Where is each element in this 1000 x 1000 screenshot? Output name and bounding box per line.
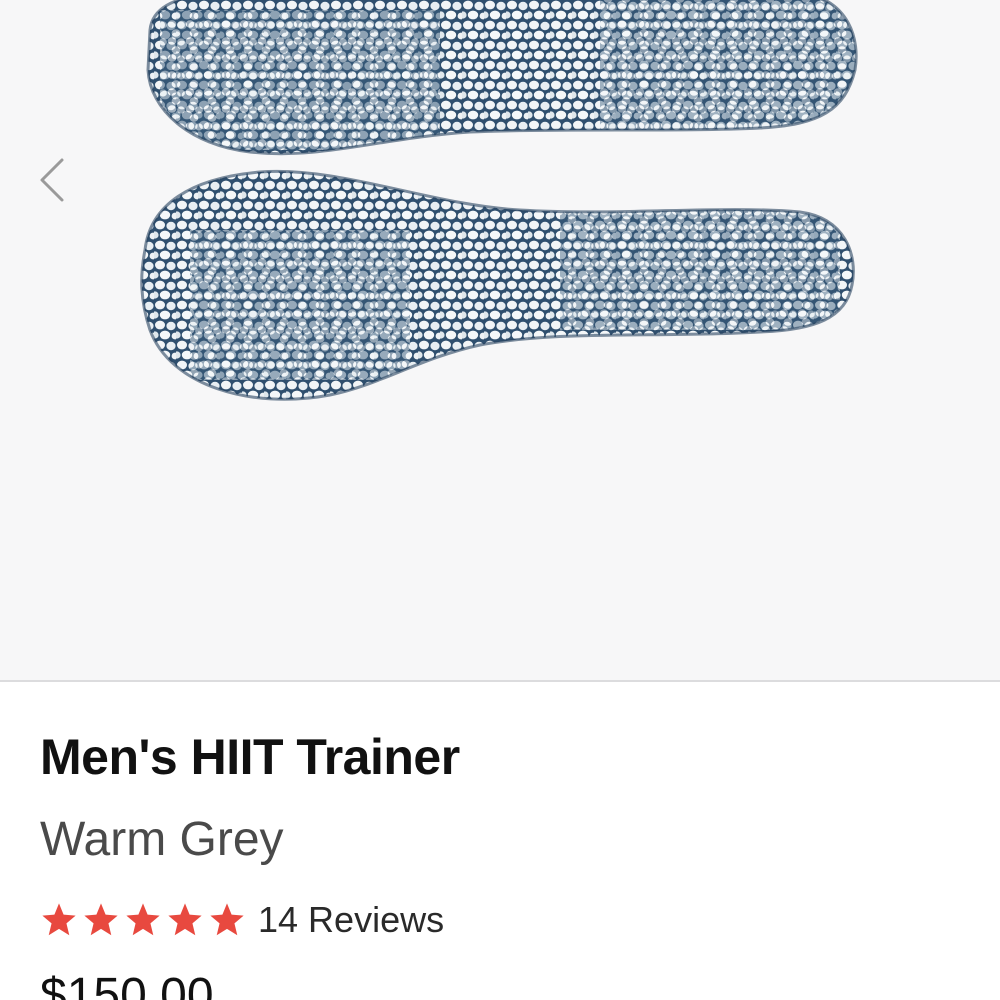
product-color: Warm Grey bbox=[40, 813, 284, 866]
insole-image bbox=[140, 0, 858, 401]
star-rating bbox=[40, 901, 246, 939]
star-icon bbox=[42, 903, 76, 936]
previous-image-button[interactable] bbox=[30, 150, 74, 210]
rating-reviews-link[interactable]: 14 Reviews bbox=[40, 896, 444, 944]
star-icon bbox=[84, 903, 118, 936]
star-icon bbox=[210, 903, 244, 936]
review-count[interactable]: 14 Reviews bbox=[258, 899, 444, 941]
gallery-divider bbox=[0, 680, 1000, 682]
product-image-gallery[interactable] bbox=[0, 0, 1000, 680]
product-title: Men's HIIT Trainer bbox=[40, 729, 460, 785]
chevron-left-icon bbox=[40, 158, 64, 202]
star-icon bbox=[168, 903, 202, 936]
star-icon bbox=[126, 903, 160, 936]
product-price: $150.00 bbox=[40, 969, 214, 1000]
product-page: Men's HIIT Trainer Warm Grey 14 Reviews … bbox=[0, 0, 1000, 1000]
